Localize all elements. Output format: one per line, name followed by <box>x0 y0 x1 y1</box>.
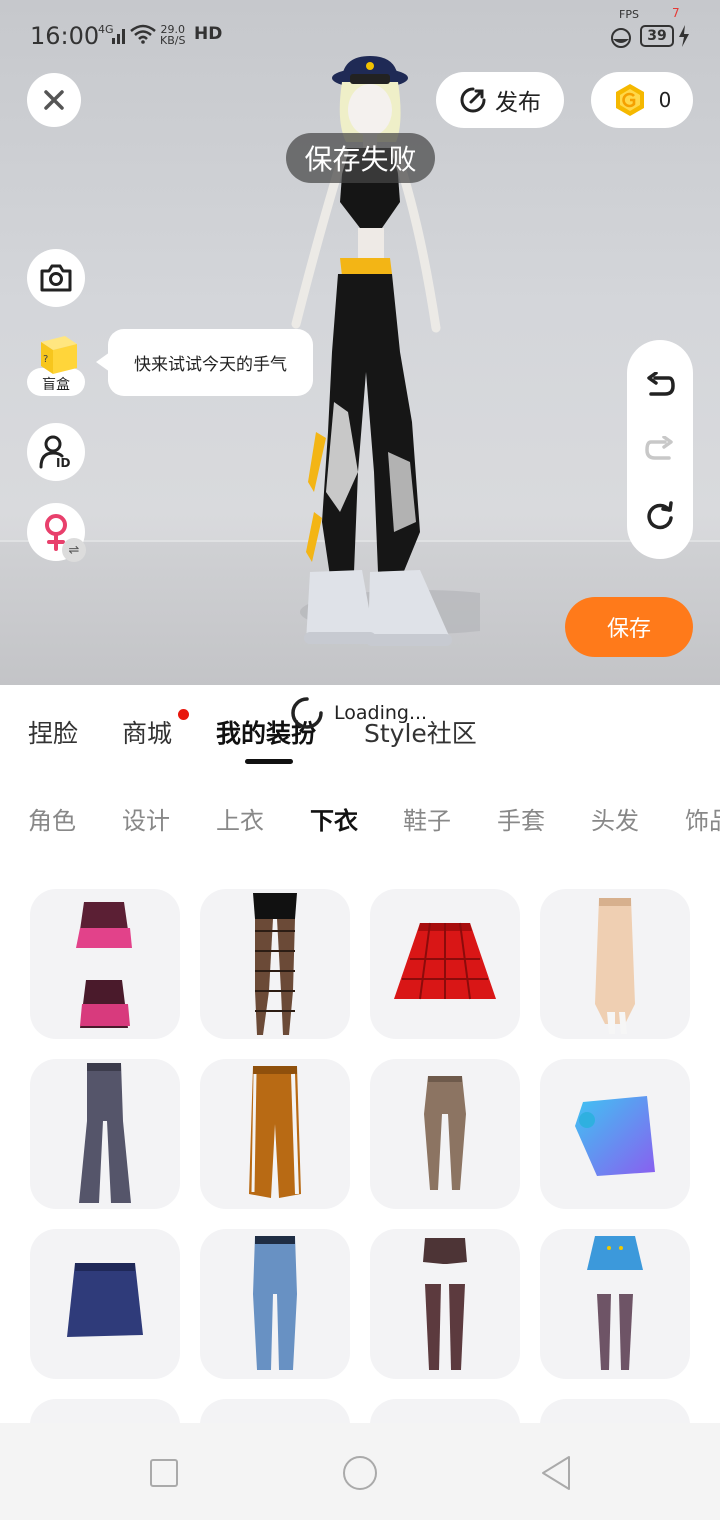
charging-icon <box>679 25 689 47</box>
spinner-icon <box>291 697 323 729</box>
svg-text:?: ? <box>43 354 48 365</box>
user-id-icon: ID <box>39 435 70 470</box>
category-tab-shoes[interactable]: 鞋子 <box>403 801 451 833</box>
blind-box-tooltip: 快来试试今天的手气 <box>108 329 313 396</box>
tab-shop[interactable]: 商城 <box>122 714 172 750</box>
fishnet-tights-thumbnail <box>253 893 297 1035</box>
shorts-with-stockings-item[interactable] <box>370 1229 520 1379</box>
reset-icon <box>647 501 673 530</box>
pink-skirt-set-item[interactable] <box>30 889 180 1039</box>
category-tab-tops[interactable]: 上衣 <box>216 801 264 833</box>
wifi-icon <box>130 24 156 44</box>
camera-icon <box>40 264 72 292</box>
blind-box-label: 盲盒 <box>42 377 70 393</box>
avatar-viewport[interactable]: 16:00 4G 29.0 KB/S HD FPS 7 39 发布 0 保存失败… <box>0 0 720 685</box>
camera-button[interactable] <box>27 249 85 307</box>
category-tabs: 角色 设计 上衣 下衣 鞋子 手套 头发 饰品 <box>0 783 720 833</box>
grey-flare-pants-item[interactable] <box>30 1059 180 1209</box>
notification-dot <box>178 709 189 720</box>
active-tab-indicator <box>245 759 293 764</box>
category-tab-gloves[interactable]: 手套 <box>497 801 545 833</box>
battery-indicator: 39 <box>640 25 674 47</box>
beige-long-skirt-thumbnail <box>595 898 635 1034</box>
redo-button[interactable] <box>627 420 693 480</box>
category-tab-bottoms[interactable]: 下衣 <box>310 801 358 833</box>
blind-box-button[interactable]: ? 盲盒 <box>27 332 85 400</box>
orange-track-pants-thumbnail <box>249 1066 301 1198</box>
circle-icon <box>343 1456 377 1490</box>
redo-icon <box>645 436 673 460</box>
brown-leggings-thumbnail <box>424 1076 466 1190</box>
main-tabs: 捏脸 商城 我的装扮 Style社区 Loading... <box>0 685 720 775</box>
fps-value: 7 <box>672 6 680 20</box>
publish-button[interactable]: 发布 <box>436 72 564 128</box>
pink-skirt-set-thumbnail <box>76 902 132 1028</box>
tab-face[interactable]: 捏脸 <box>28 714 78 750</box>
fishnet-tights-item[interactable] <box>200 889 350 1039</box>
undo-button[interactable] <box>627 356 693 416</box>
category-tab-accessories[interactable]: 饰品 <box>685 801 720 833</box>
blue-sarong-item[interactable] <box>540 1059 690 1209</box>
back-button[interactable] <box>536 1453 576 1493</box>
close-icon <box>44 90 64 110</box>
profile-id-button[interactable]: ID <box>27 423 85 481</box>
coin-count: 0 <box>658 88 672 112</box>
recent-apps-button[interactable] <box>144 1453 184 1493</box>
network-speed: 29.0 KB/S <box>160 24 185 46</box>
hd-indicator: HD <box>194 24 223 44</box>
blue-skirt-with-stockings-item[interactable] <box>540 1229 690 1379</box>
signal-icon <box>112 29 125 44</box>
red-plaid-skirt-thumbnail <box>394 922 496 1000</box>
blue-skirt-with-stockings-thumbnail <box>587 1236 643 1370</box>
navy-skirt-item[interactable] <box>30 1229 180 1379</box>
loading-text: Loading... <box>334 702 428 724</box>
save-button[interactable]: 保存 <box>565 597 693 657</box>
home-button[interactable] <box>340 1453 380 1493</box>
close-button[interactable] <box>27 73 81 127</box>
do-not-disturb-icon <box>611 28 631 48</box>
category-tab-hair[interactable]: 头发 <box>591 801 639 833</box>
blue-sarong-thumbnail <box>575 1096 655 1176</box>
blind-box-icon: ? <box>41 336 77 374</box>
loading-indicator: Loading... <box>290 693 427 733</box>
svg-text:ID: ID <box>56 456 70 470</box>
square-icon <box>150 1459 178 1487</box>
brown-leggings-item[interactable] <box>370 1059 520 1209</box>
orange-track-pants-item[interactable] <box>200 1059 350 1209</box>
reset-button[interactable] <box>627 486 693 546</box>
grey-flare-pants-thumbnail <box>79 1063 131 1203</box>
swap-icon: ⇌ <box>62 538 86 562</box>
wardrobe-panel: 捏脸 商城 我的装扮 Style社区 Loading... 角色 设计 上衣 下… <box>0 685 720 1520</box>
back-triangle-icon <box>542 1456 570 1490</box>
status-bar: 16:00 4G 29.0 KB/S HD FPS 7 39 <box>0 0 720 72</box>
save-failed-toast: 保存失败 <box>286 133 435 183</box>
publish-label: 发布 <box>495 90 541 116</box>
navy-skirt-thumbnail <box>67 1263 143 1337</box>
coin-icon <box>615 84 644 116</box>
undo-icon <box>647 372 675 396</box>
category-tab-character[interactable]: 角色 <box>28 801 76 833</box>
system-navigation-bar <box>0 1423 720 1520</box>
coin-balance-button[interactable]: 0 <box>591 72 693 128</box>
category-tab-design[interactable]: 设计 <box>122 801 170 833</box>
edit-toolbar <box>627 340 693 559</box>
blue-jeans-item[interactable] <box>200 1229 350 1379</box>
speed-unit: KB/S <box>160 34 186 47</box>
fps-label: FPS <box>619 8 639 21</box>
publish-icon <box>460 87 486 113</box>
status-time: 16:00 <box>30 22 100 50</box>
beige-long-skirt-item[interactable] <box>540 889 690 1039</box>
red-plaid-skirt-item[interactable] <box>370 889 520 1039</box>
shorts-with-stockings-thumbnail <box>423 1238 467 1370</box>
blue-jeans-thumbnail <box>253 1236 297 1370</box>
